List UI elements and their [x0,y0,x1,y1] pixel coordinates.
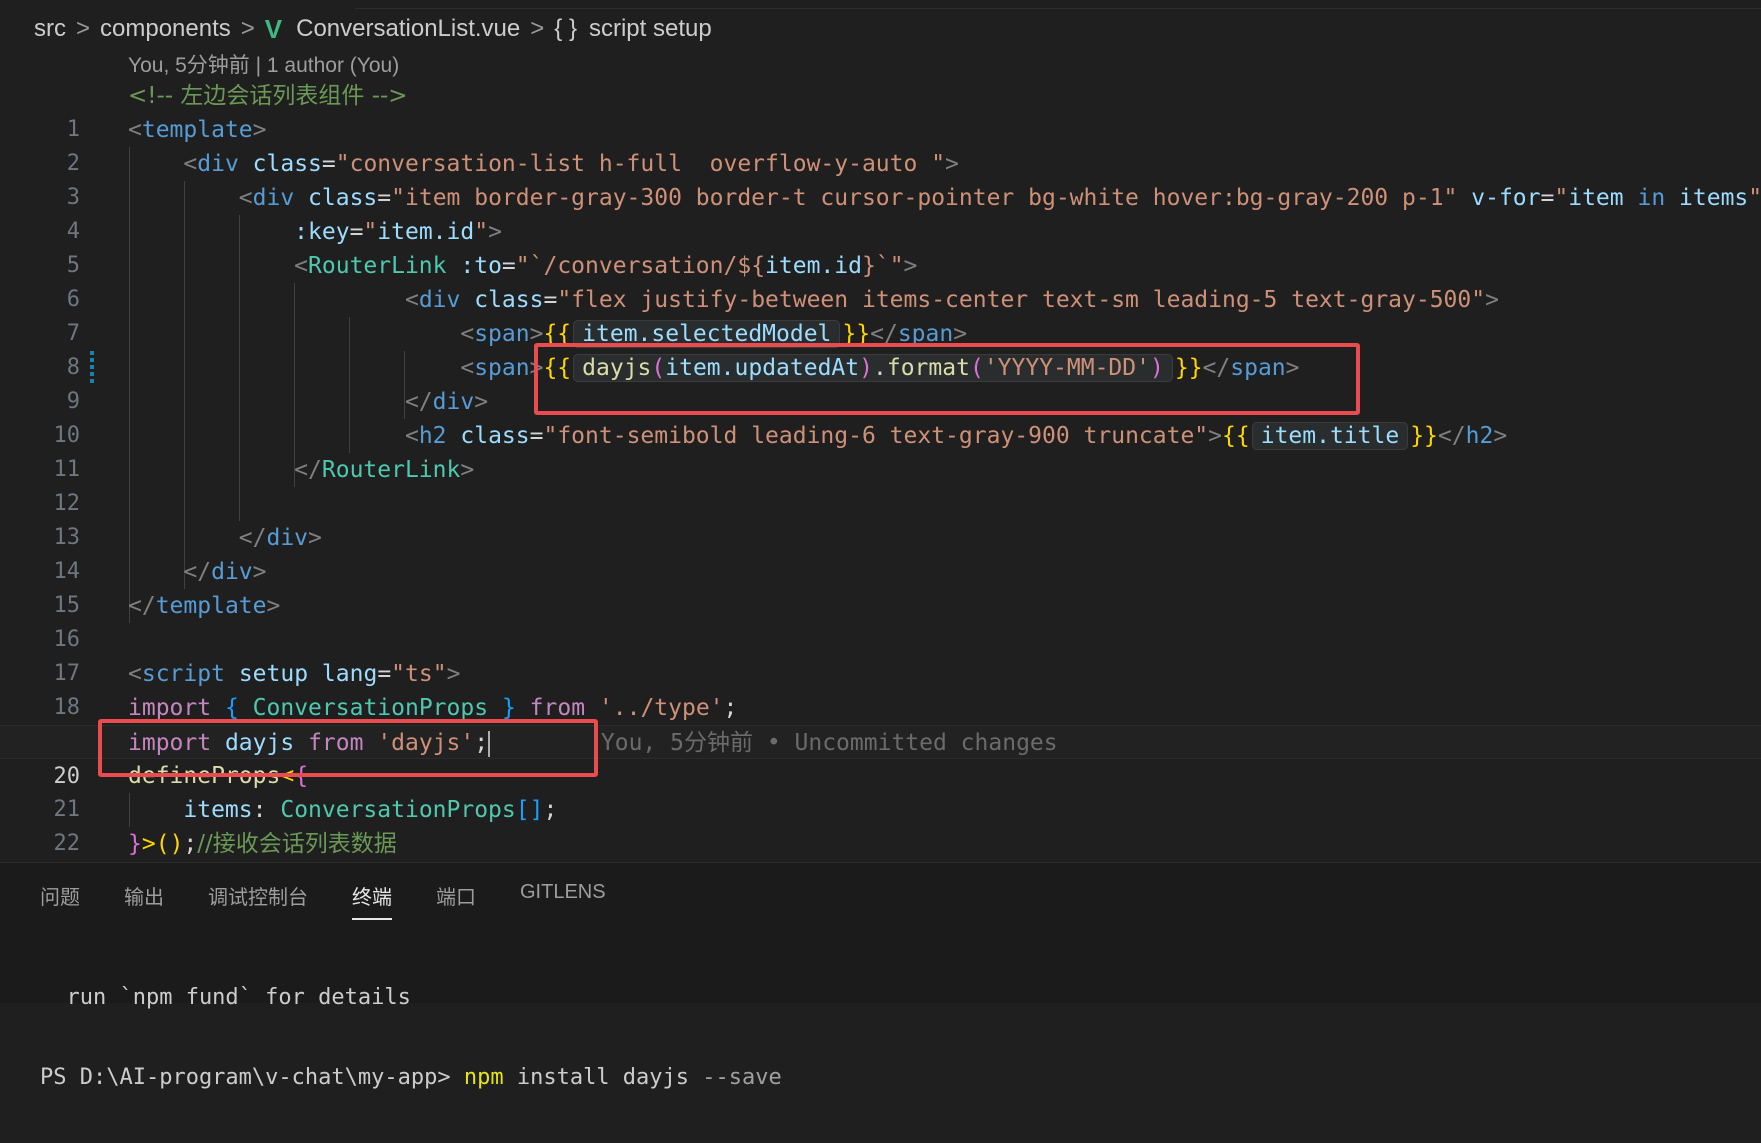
code-line: 11 <h2 class="font-semibold leading-6 te… [0,419,1761,482]
code-line: 18 <script setup lang="ts"> [0,657,1761,720]
code-line: 4 <div class="item border-gray-300 borde… [0,181,1761,244]
attr-name: setup [238,661,309,687]
attr-name: class [474,287,544,313]
attr-name: :key [294,219,350,245]
attr-value: "conversation-list h-full overflow-y-aut… [335,151,946,177]
attr-expression: item.id [377,219,475,245]
breadcrumb-file[interactable]: ConversationList.vue [296,15,520,43]
breadcrumb-src[interactable]: src [34,15,66,43]
tag-name: script [141,661,225,687]
terminal-line: run `npm fund` for details [40,985,411,1010]
tab-terminal[interactable]: 终端 [352,881,392,920]
highlight-box-format [534,343,1360,415]
chevron-right-icon: > [530,15,545,42]
html-comment: <!-- 左边会话列表组件 --> [128,83,408,109]
braces-icon: { } [554,15,577,42]
code-line: 14 </div> [0,521,1761,584]
code-line: 15 </div> [0,555,1761,618]
code-line: 7 <div class="flex justify-between items… [0,283,1761,346]
bottom-panel: 问题 输出 调试控制台 终端 端口 GITLENS run `npm fund`… [0,862,1761,1090]
code-line: 6 <RouterLink :to="`/conversation/${item… [0,249,1761,312]
component-name: RouterLink [321,457,461,483]
breadcrumb-symbol[interactable]: script setup [589,15,712,43]
tag-name: div [432,389,475,415]
keyword: from [529,695,586,721]
tag-name: div [252,185,295,211]
code-line: 12 </RouterLink> [0,453,1761,516]
tag-name: span [474,355,530,381]
code-line: 1 <!-- 左边会话列表组件 --> [0,79,1761,142]
attr-name: class [308,185,378,211]
tab-ports[interactable]: 端口 [436,881,476,920]
tab-output[interactable]: 输出 [124,881,164,920]
terminal-option: --save [702,1065,782,1090]
keyword: import [128,695,212,721]
tag-name: div [266,525,309,551]
panel-tabs: 问题 输出 调试控制台 终端 端口 GITLENS [40,881,606,920]
tag-name: template [155,593,267,619]
tag-name: div [211,559,253,585]
attr-name: lang [321,661,378,687]
terminal-args: install dayjs [503,1065,703,1090]
attr-name: v-for [1471,185,1541,211]
attr-value: "flex justify-between items-center text-… [557,287,1486,313]
property-name: items [183,797,253,823]
tab-gitlens[interactable]: GITLENS [520,881,606,920]
vue-logo-icon: V [264,13,283,44]
code-line: 16 </template> [0,589,1761,652]
code-line: 5 :key="item.id"> [0,215,1761,278]
tag-name: div [197,151,239,177]
attr-name: class [460,423,530,449]
chevron-right-icon: > [240,15,255,42]
terminal-prompt: PS D:\AI-program\v-chat\my-app> [40,1065,464,1090]
code-editor[interactable]: 1 <!-- 左边会话列表组件 --> 2 <template> 3 <div … [0,79,1761,862]
code-line: 2 <template> [0,113,1761,176]
template-expression: item.id [765,253,862,279]
code-line: 23 }>();//接收会话列表数据 [0,827,1761,861]
tag-name: h2 [418,423,447,449]
tag-name: div [418,287,461,313]
type-name: ConversationProps [252,695,489,721]
keyword: in [1637,185,1666,211]
code-line: 3 <div class="conversation-list h-full o… [0,147,1761,210]
terminal-output[interactable]: run `npm fund` for details PS D:\AI-prog… [40,933,782,1143]
codelens-blame[interactable]: You, 5分钟前 | 1 author (You) [128,50,399,82]
terminal-command: npm [463,1065,504,1090]
tab-debug-console[interactable]: 调试控制台 [208,881,308,920]
inline-blame[interactable]: You, 5分钟前 • Uncommitted changes [601,730,1058,756]
code-line: 13 [0,487,1761,550]
attr-name: class [252,151,322,177]
module-path: '../type' [598,695,724,721]
code-line: 17 [0,623,1761,686]
tag-name: template [141,117,253,143]
attr-name: :to [460,253,502,279]
breadcrumb-components[interactable]: components [100,15,231,43]
attr-value: "item border-gray-300 border-t cursor-po… [391,185,1458,211]
tag-name: span [474,321,530,347]
code-line: 22 items: ConversationProps[]; [0,793,1761,856]
loop-source: items [1679,185,1749,211]
attr-value: "ts" [391,661,447,687]
highlight-box-import [98,719,598,777]
chevron-right-icon: > [76,15,91,42]
attr-value: "font-semibold leading-6 text-gray-900 t… [543,423,1209,449]
line-comment: //接收会话列表数据 [197,831,397,857]
loop-var: item [1568,185,1624,211]
component-name: RouterLink [308,253,447,279]
type-name: ConversationProps [280,797,516,823]
terminal-prompt-line: PS D:\AI-program\v-chat\my-app> npm inst… [40,1063,782,1093]
tab-problems[interactable]: 问题 [40,881,80,920]
interpolation-expression: item.title [1260,423,1400,449]
